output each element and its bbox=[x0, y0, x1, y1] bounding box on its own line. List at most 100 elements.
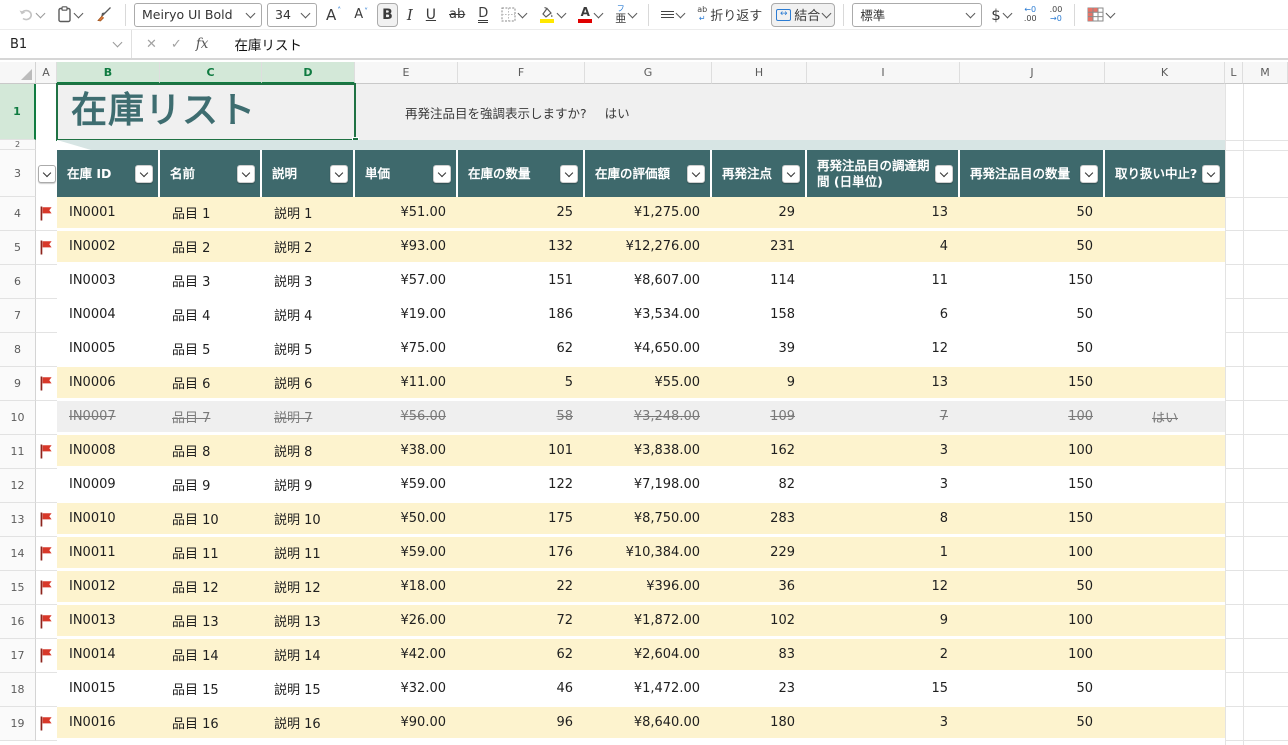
column-header-G[interactable]: G bbox=[585, 62, 712, 84]
cell-reorder_qty[interactable]: 150 bbox=[960, 367, 1105, 398]
filter-button[interactable] bbox=[330, 165, 348, 183]
cell-reorder_qty[interactable]: 100 bbox=[960, 435, 1105, 466]
cell-qty[interactable]: 5 bbox=[458, 367, 585, 398]
cell-qty[interactable]: 122 bbox=[458, 469, 585, 500]
cell-reorder_point[interactable]: 229 bbox=[712, 537, 807, 568]
filter-button[interactable] bbox=[560, 165, 578, 183]
cell-id[interactable]: IN0014 bbox=[57, 639, 160, 670]
cell-price[interactable]: ¥90.00 bbox=[355, 707, 458, 738]
cell-value[interactable]: ¥12,276.00 bbox=[585, 231, 712, 262]
cell-qty[interactable]: 25 bbox=[458, 197, 585, 228]
cell-id[interactable]: IN0016 bbox=[57, 707, 160, 738]
cell-discontinued[interactable] bbox=[1105, 367, 1225, 398]
cell-id[interactable]: IN0009 bbox=[57, 469, 160, 500]
cell-value[interactable]: ¥3,534.00 bbox=[585, 299, 712, 330]
cell-lead_days[interactable]: 3 bbox=[807, 707, 960, 738]
row-header-18[interactable]: 18 bbox=[0, 673, 36, 707]
cell-id[interactable]: IN0003 bbox=[57, 265, 160, 296]
cell-qty[interactable]: 101 bbox=[458, 435, 585, 466]
row-header-4[interactable]: 4 bbox=[0, 197, 36, 231]
cell-discontinued[interactable] bbox=[1105, 537, 1225, 568]
conditional-formatting-button[interactable] bbox=[1083, 3, 1118, 27]
cell-reorder_point[interactable]: 231 bbox=[712, 231, 807, 262]
cell-reorder_point[interactable]: 9 bbox=[712, 367, 807, 398]
cell-id[interactable]: IN0007 bbox=[57, 401, 160, 432]
row-header-7[interactable]: 7 bbox=[0, 299, 36, 333]
cell-reorder_qty[interactable]: 150 bbox=[960, 265, 1105, 296]
cell-value[interactable]: ¥396.00 bbox=[585, 571, 712, 602]
cell-id[interactable]: IN0006 bbox=[57, 367, 160, 398]
cell-value[interactable]: ¥3,248.00 bbox=[585, 401, 712, 432]
table-column-header[interactable]: 在庫 ID bbox=[57, 150, 160, 197]
cell-value[interactable]: ¥55.00 bbox=[585, 367, 712, 398]
cell-discontinued[interactable] bbox=[1105, 435, 1225, 466]
cell-lead_days[interactable]: 9 bbox=[807, 605, 960, 636]
cell-desc[interactable]: 説明 8 bbox=[262, 435, 355, 466]
cell-reorder_qty[interactable]: 100 bbox=[960, 537, 1105, 568]
cell-price[interactable]: ¥32.00 bbox=[355, 673, 458, 704]
merge-cells-button[interactable]: ↔ 結合 bbox=[771, 3, 835, 27]
cell-value[interactable]: ¥7,198.00 bbox=[585, 469, 712, 500]
cell-price[interactable]: ¥11.00 bbox=[355, 367, 458, 398]
table-column-header[interactable]: 単価 bbox=[355, 150, 458, 197]
increase-font-button[interactable]: A˄ bbox=[322, 3, 345, 27]
cell-price[interactable]: ¥93.00 bbox=[355, 231, 458, 262]
enter-icon[interactable]: ✓ bbox=[171, 37, 182, 52]
cell-price[interactable]: ¥42.00 bbox=[355, 639, 458, 670]
table-column-header[interactable]: 再発注品目の調達期間 (日単位) bbox=[807, 150, 960, 197]
column-header-L[interactable]: L bbox=[1225, 62, 1243, 84]
font-name-combobox[interactable]: Meiryo UI Bold bbox=[134, 3, 262, 27]
column-header-M[interactable]: M bbox=[1243, 62, 1288, 84]
undo-button[interactable] bbox=[14, 3, 48, 27]
cell-reorder_qty[interactable]: 150 bbox=[960, 469, 1105, 500]
column-header-H[interactable]: H bbox=[712, 62, 807, 84]
cell-lead_days[interactable]: 12 bbox=[807, 571, 960, 602]
row-header-17[interactable]: 17 bbox=[0, 639, 36, 673]
cell-discontinued[interactable] bbox=[1105, 707, 1225, 738]
cell-discontinued[interactable] bbox=[1105, 503, 1225, 534]
cell-qty[interactable]: 186 bbox=[458, 299, 585, 330]
cell-price[interactable]: ¥18.00 bbox=[355, 571, 458, 602]
phonetic-guide-button[interactable]: フ亜 bbox=[611, 3, 640, 27]
cell-discontinued[interactable]: はい bbox=[1105, 401, 1225, 432]
cell-desc[interactable]: 説明 6 bbox=[262, 367, 355, 398]
reorder-banner-answer[interactable]: はい bbox=[605, 103, 630, 122]
cell-id[interactable]: IN0005 bbox=[57, 333, 160, 364]
increase-decimal-button[interactable]: ←0.00 bbox=[1020, 3, 1041, 27]
cell-qty[interactable]: 176 bbox=[458, 537, 585, 568]
name-box[interactable]: B1 bbox=[0, 30, 132, 58]
cell-reorder_qty[interactable]: 50 bbox=[960, 333, 1105, 364]
cell-reorder_point[interactable]: 162 bbox=[712, 435, 807, 466]
row-header-5[interactable]: 5 bbox=[0, 231, 36, 265]
cell-lead_days[interactable]: 15 bbox=[807, 673, 960, 704]
cell-qty[interactable]: 175 bbox=[458, 503, 585, 534]
cell-name[interactable]: 品目 12 bbox=[160, 571, 262, 602]
cell-reorder_qty[interactable]: 100 bbox=[960, 401, 1105, 432]
cell-lead_days[interactable]: 2 bbox=[807, 639, 960, 670]
cell-desc[interactable]: 説明 13 bbox=[262, 605, 355, 636]
cell-qty[interactable]: 22 bbox=[458, 571, 585, 602]
cell-desc[interactable]: 説明 4 bbox=[262, 299, 355, 330]
insert-function-icon[interactable]: fx bbox=[196, 36, 209, 52]
cell-lead_days[interactable]: 7 bbox=[807, 401, 960, 432]
cell-name[interactable]: 品目 11 bbox=[160, 537, 262, 568]
cell-desc[interactable]: 説明 5 bbox=[262, 333, 355, 364]
cell-discontinued[interactable] bbox=[1105, 673, 1225, 704]
cell-qty[interactable]: 132 bbox=[458, 231, 585, 262]
cell-id[interactable]: IN0002 bbox=[57, 231, 160, 262]
row-header-13[interactable]: 13 bbox=[0, 503, 36, 537]
cell-name[interactable]: 品目 13 bbox=[160, 605, 262, 636]
column-a-filter-button[interactable] bbox=[38, 165, 56, 183]
table-column-header[interactable]: 名前 bbox=[160, 150, 262, 197]
cell-lead_days[interactable]: 8 bbox=[807, 503, 960, 534]
cell-desc[interactable]: 説明 9 bbox=[262, 469, 355, 500]
cell-lead_days[interactable]: 11 bbox=[807, 265, 960, 296]
filter-button[interactable] bbox=[935, 165, 953, 183]
cell-name[interactable]: 品目 4 bbox=[160, 299, 262, 330]
cell-name[interactable]: 品目 10 bbox=[160, 503, 262, 534]
cell-desc[interactable]: 説明 14 bbox=[262, 639, 355, 670]
filter-button[interactable] bbox=[687, 165, 705, 183]
filter-button[interactable] bbox=[1202, 165, 1220, 183]
cell-desc[interactable]: 説明 15 bbox=[262, 673, 355, 704]
row-header-10[interactable]: 10 bbox=[0, 401, 36, 435]
